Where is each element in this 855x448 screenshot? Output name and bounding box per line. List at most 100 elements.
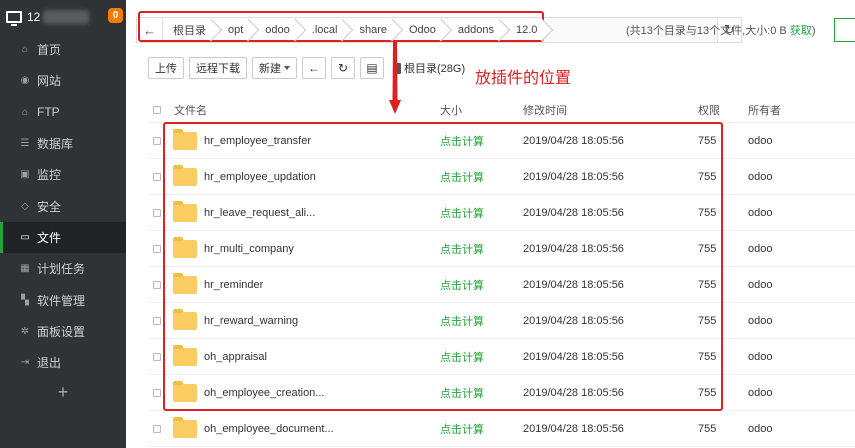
header-name[interactable]: 文件名 <box>174 102 440 118</box>
ftp-icon: ⌂ <box>21 106 29 118</box>
disk-root[interactable]: 根目录(28G) <box>394 60 465 76</box>
file-manager: ← 根目录 opt odoo .local share Odoo addons 12.0 ↻ … <box>126 0 855 448</box>
calendar-icon: ▦ <box>20 263 30 275</box>
sidebar-item-label: 软件管理 <box>37 293 86 308</box>
sidebar-item-label: 计划任务 <box>37 262 86 277</box>
sidebar-item-9[interactable]: ✲ 面板设置 <box>0 316 126 347</box>
file-name[interactable]: oh_employee_document... <box>204 423 334 435</box>
table-header: 文件名 大小 修改时间 权限 所有者 <box>148 97 855 123</box>
add-icon[interactable]: + <box>0 382 126 403</box>
home-icon: ⌂ <box>21 44 29 56</box>
row-checkbox[interactable] <box>153 352 161 361</box>
server-header[interactable]: 12 0 <box>0 0 126 34</box>
terminal-button[interactable]: ▤ <box>360 57 384 79</box>
annotation-text: 放插件的位置 <box>475 70 572 87</box>
row-checkbox[interactable] <box>153 208 161 217</box>
sidebar-item-label: 首页 <box>37 43 62 58</box>
breadcrumb-label: Odoo <box>409 24 436 36</box>
cell-time: 2019/04/28 18:05:56 <box>523 422 624 435</box>
summary-fetch-link[interactable]: 获取 <box>790 25 812 37</box>
sidebar-item-7[interactable]: ▦ 计划任务 <box>0 253 126 284</box>
gear-icon: ✲ <box>20 325 30 337</box>
cell-owner[interactable]: odoo <box>748 315 828 327</box>
breadcrumb-label: addons <box>457 24 495 36</box>
sidebar-item-6[interactable]: ▭ 文件 <box>0 221 126 254</box>
sidebar-item-5[interactable]: ◇ 安全 <box>0 190 126 221</box>
row-checkbox[interactable] <box>153 424 161 433</box>
new-button-label: 新建 <box>259 63 281 75</box>
back-button[interactable]: ← <box>302 57 326 79</box>
header-size[interactable]: 大小 <box>440 102 523 118</box>
sidebar-item-label: 文件 <box>37 230 62 245</box>
sidebar: 12 0 ⌂ 首页 ◉ 网站 ⌂ FTP ☰ 数据库 ▣ 监控 ◇ 安全 ▭ 文件 ▦ 计划任务 ▚ 软件管理 ✲ 面… <box>0 0 126 448</box>
sidebar-item-3[interactable]: ☰ 数据库 <box>0 128 126 159</box>
header-perm[interactable]: 权限 <box>698 102 748 118</box>
sidebar-item-8[interactable]: ▚ 软件管理 <box>0 284 126 315</box>
row-checkbox[interactable] <box>153 172 161 181</box>
breadcrumb-label: odoo <box>265 24 290 36</box>
row-checkbox[interactable] <box>153 280 161 289</box>
cell-owner[interactable]: odoo <box>748 135 828 147</box>
sidebar-item-label: 网站 <box>37 74 62 89</box>
row-checkbox[interactable] <box>153 316 161 325</box>
redacted-host <box>43 10 90 24</box>
cell-owner[interactable]: odoo <box>748 207 828 219</box>
summary-close: ) <box>811 25 816 37</box>
sidebar-item-0[interactable]: ⌂ 首页 <box>0 34 126 65</box>
upload-button[interactable]: 上传 <box>148 57 184 79</box>
sidebar-item-label: 面板设置 <box>37 324 86 339</box>
cell-size[interactable]: 点击计算 <box>440 421 523 437</box>
cell-owner[interactable]: odoo <box>748 423 828 435</box>
sidebar-menu: ⌂ 首页 ◉ 网站 ⌂ FTP ☰ 数据库 ▣ 监控 ◇ 安全 ▭ 文件 ▦ 计划任务 ▚ 软件管理 ✲ 面板设置 ⇥ 退… <box>0 34 126 378</box>
folder-icon: ▭ <box>20 231 30 243</box>
cell-owner[interactable]: odoo <box>748 171 828 183</box>
folder-icon <box>173 416 197 438</box>
server-name: 12 <box>27 10 41 24</box>
sidebar-item-1[interactable]: ◉ 网站 <box>0 65 126 96</box>
apps-icon: ▚ <box>21 294 29 306</box>
sidebar-item-10[interactable]: ⇥ 退出 <box>0 347 126 378</box>
search-box-edge[interactable] <box>834 18 855 42</box>
sidebar-item-label: 监控 <box>37 168 62 183</box>
monitor-icon: ▣ <box>20 169 30 181</box>
database-icon: ☰ <box>20 138 30 150</box>
sidebar-item-label: 退出 <box>37 356 62 371</box>
notification-badge[interactable]: 0 <box>108 8 123 23</box>
row-checkbox[interactable] <box>153 388 161 397</box>
header-owner[interactable]: 所有者 <box>748 102 828 118</box>
logout-icon: ⇥ <box>20 357 30 369</box>
breadcrumb-label: 12.0 <box>516 24 538 36</box>
cell-owner[interactable]: odoo <box>748 351 828 363</box>
remote-download-button[interactable]: 远程下载 <box>189 57 247 79</box>
summary-text: (共13个目录与13个文件,大小:0 B <box>626 25 790 37</box>
disk-label: 根目录(28G) <box>404 63 466 75</box>
sidebar-item-label: 数据库 <box>37 137 74 152</box>
row-checkbox[interactable] <box>153 244 161 253</box>
cell-owner[interactable]: odoo <box>748 387 828 399</box>
sidebar-item-4[interactable]: ▣ 监控 <box>0 159 126 190</box>
cell-perm[interactable]: 755 <box>698 423 748 435</box>
row-checkbox[interactable] <box>153 136 161 145</box>
breadcrumb-label: .local <box>311 24 338 36</box>
refresh-button[interactable]: ↻ <box>331 57 355 79</box>
breadcrumb-label: opt <box>228 24 244 36</box>
shield-icon: ◇ <box>21 200 29 212</box>
header-time[interactable]: 修改时间 <box>523 102 698 118</box>
cell-owner[interactable]: odoo <box>748 243 828 255</box>
plugins-highlight-box <box>163 122 723 411</box>
select-all-checkbox[interactable] <box>153 105 161 114</box>
cell-owner[interactable]: odoo <box>748 279 828 291</box>
table-row[interactable]: oh_employee_document... 点击计算 2019/04/28 18… <box>148 411 855 447</box>
sidebar-item-label: 安全 <box>37 199 62 214</box>
breadcrumb-label: 根目录 <box>173 25 206 37</box>
breadcrumb-label: share <box>359 24 387 36</box>
sidebar-item-2[interactable]: ⌂ FTP <box>0 97 126 128</box>
globe-icon: ◉ <box>20 75 30 87</box>
cell-name[interactable]: oh_employee_document... <box>173 416 440 438</box>
new-button[interactable]: 新建 <box>252 57 297 79</box>
monitor-icon <box>6 11 22 26</box>
file-toolbar: 上传 远程下载 新建 ← ↻ ▤ <box>148 57 389 79</box>
caret-down-icon <box>284 66 290 70</box>
sidebar-item-label: FTP <box>37 105 60 120</box>
directory-summary: (共13个目录与13个文件,大小:0 B 获取) <box>626 22 815 38</box>
